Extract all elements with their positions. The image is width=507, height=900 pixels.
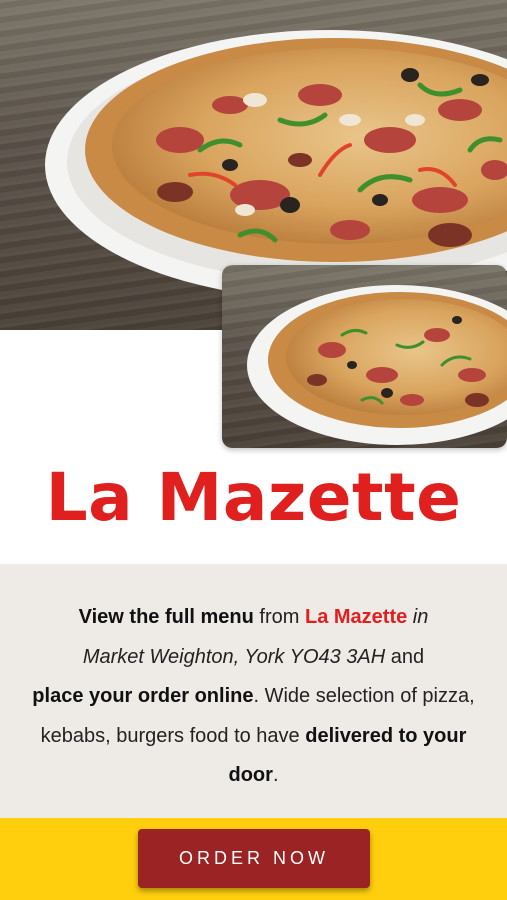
order-bar: ORDER NOW [0, 818, 507, 900]
period-text: . [272, 764, 279, 786]
inset-pizza-photo [222, 265, 507, 448]
description-text: View the full menu from La Mazette in Mar… [30, 598, 477, 796]
place-order-text: place your order online [32, 685, 254, 707]
restaurant-name-inline: La Mazette [304, 606, 408, 628]
restaurant-name-title: La Mazette [45, 459, 462, 536]
and-text: and [385, 645, 425, 668]
from-text: from [253, 606, 305, 628]
description-section: View the full menu from La Mazette in Mar… [0, 564, 507, 818]
order-now-button[interactable]: ORDER NOW [138, 829, 370, 888]
in-text: in [407, 606, 429, 628]
view-full-menu-text: View the full menu [78, 606, 254, 628]
inset-pizza-illustration [247, 285, 507, 445]
location-text: Market Weighton, York YO43 3AH [82, 645, 386, 668]
